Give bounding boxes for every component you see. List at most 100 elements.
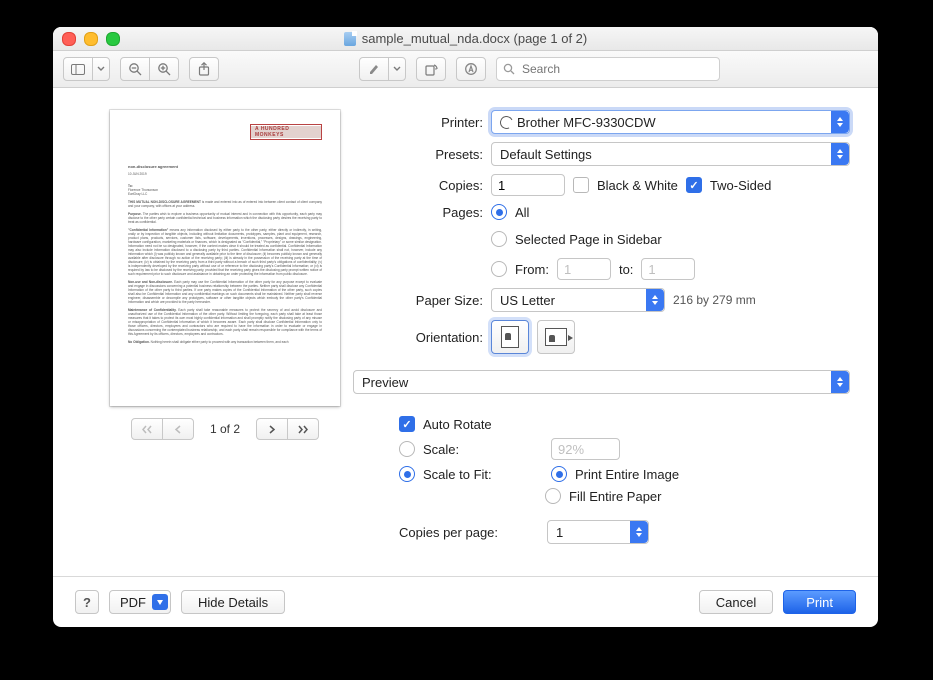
last-page-button[interactable]	[287, 418, 319, 440]
printer-label: Printer:	[393, 115, 483, 130]
pages-from-input[interactable]	[557, 258, 611, 280]
pages-from-label: From:	[515, 262, 549, 277]
title-bar: sample_mutual_nda.docx (page 1 of 2)	[53, 27, 878, 51]
zoom-in-button[interactable]	[149, 57, 179, 81]
scale-to-fit-radio[interactable]	[399, 466, 415, 482]
markup-icon	[464, 62, 478, 76]
scale-to-fit-label: Scale to Fit:	[423, 467, 543, 482]
orientation-portrait-button[interactable]	[491, 320, 529, 354]
search-icon	[503, 63, 515, 75]
zoom-window-button[interactable]	[106, 32, 120, 46]
toolbar	[53, 51, 878, 88]
auto-rotate-checkbox[interactable]	[399, 416, 415, 432]
sidebar-view-control[interactable]	[63, 57, 110, 81]
double-chevron-left-icon	[141, 425, 153, 434]
pages-from-radio[interactable]	[491, 261, 507, 277]
window-controls	[62, 32, 120, 46]
presets-select[interactable]: Default Settings	[491, 142, 850, 166]
printer-select[interactable]: Brother MFC-9330CDW	[491, 110, 850, 134]
cancel-button[interactable]: Cancel	[699, 590, 773, 614]
prev-page-button[interactable]	[162, 418, 194, 440]
copies-per-page-value: 1	[556, 525, 563, 540]
paper-size-dimensions: 216 by 279 mm	[673, 293, 756, 307]
print-preview-pane: A HUNDRED MONKEYS non-disclosure agreeme…	[81, 110, 369, 564]
printer-value: Brother MFC-9330CDW	[517, 115, 656, 130]
sidebar-toggle-button[interactable]	[63, 57, 93, 81]
first-page-button[interactable]	[131, 418, 163, 440]
print-module-select[interactable]: Preview	[353, 370, 850, 394]
fill-entire-paper-radio[interactable]	[545, 488, 561, 504]
next-page-button[interactable]	[256, 418, 288, 440]
scale-radio[interactable]	[399, 441, 415, 457]
search-input[interactable]	[520, 61, 713, 77]
highlight-button[interactable]	[359, 57, 389, 81]
highlighter-icon	[368, 63, 381, 76]
help-icon: ?	[83, 595, 91, 610]
fill-entire-paper-label: Fill Entire Paper	[569, 489, 661, 504]
landscape-icon	[545, 328, 567, 346]
pages-to-label: to:	[619, 262, 633, 277]
paper-size-label: Paper Size:	[393, 293, 483, 308]
share-button[interactable]	[189, 57, 219, 81]
pages-to-input[interactable]	[641, 258, 695, 280]
sidebar-icon	[71, 64, 85, 75]
markup-toolbar-button[interactable]	[456, 57, 486, 81]
paper-size-select[interactable]: US Letter	[491, 288, 665, 312]
chevron-right-icon	[268, 425, 276, 434]
print-module-value: Preview	[362, 375, 408, 390]
document-logo: A HUNDRED MONKEYS	[250, 124, 322, 140]
black-white-checkbox[interactable]	[573, 177, 589, 193]
rotate-icon	[424, 63, 438, 76]
search-field[interactable]	[496, 57, 720, 81]
chevron-down-icon	[97, 66, 105, 72]
two-sided-checkbox[interactable]	[686, 177, 702, 193]
share-icon	[198, 62, 210, 76]
black-white-label: Black & White	[597, 178, 678, 193]
two-sided-label: Two-Sided	[710, 178, 771, 193]
window-title: sample_mutual_nda.docx (page 1 of 2)	[344, 31, 587, 46]
print-button[interactable]: Print	[783, 590, 856, 614]
orientation-landscape-button[interactable]	[537, 320, 575, 354]
print-entire-image-radio[interactable]	[551, 466, 567, 482]
chevron-down-icon	[393, 66, 401, 72]
highlight-menu-button[interactable]	[388, 57, 406, 81]
copies-per-page-label: Copies per page:	[399, 525, 539, 540]
page-navigator: 1 of 2	[131, 418, 319, 440]
copies-label: Copies:	[393, 178, 483, 193]
help-button[interactable]: ?	[75, 590, 99, 614]
page-thumbnail: A HUNDRED MONKEYS non-disclosure agreeme…	[110, 110, 340, 406]
pages-selected-label: Selected Page in Sidebar	[515, 232, 662, 247]
chevron-down-icon	[152, 594, 168, 610]
zoom-out-button[interactable]	[120, 57, 150, 81]
pdf-label: PDF	[120, 595, 146, 610]
orientation-label: Orientation:	[393, 330, 483, 345]
scale-label: Scale:	[423, 442, 543, 457]
window-title-text: sample_mutual_nda.docx (page 1 of 2)	[362, 31, 587, 46]
print-dialog-window: sample_mutual_nda.docx (page 1 of 2)	[53, 27, 878, 627]
dialog-footer: ? PDF Hide Details Cancel Print	[53, 576, 878, 627]
double-chevron-right-icon	[297, 425, 309, 434]
pages-label: Pages:	[393, 205, 483, 220]
chevron-left-icon	[174, 425, 182, 434]
copies-per-page-select[interactable]: 1	[547, 520, 649, 544]
hide-details-button[interactable]: Hide Details	[181, 590, 285, 614]
doc-date: 10 JUN 2019	[128, 172, 322, 176]
copies-input[interactable]	[491, 174, 565, 196]
print-options-form: Printer: Brother MFC-9330CDW Presets: De…	[393, 110, 850, 564]
print-entire-image-label: Print Entire Image	[575, 467, 679, 482]
pages-all-radio[interactable]	[491, 204, 507, 220]
paper-size-value: US Letter	[500, 293, 555, 308]
minimize-window-button[interactable]	[84, 32, 98, 46]
sidebar-menu-button[interactable]	[92, 57, 110, 81]
printer-status-icon	[498, 114, 515, 131]
zoom-out-icon	[128, 62, 142, 76]
doc-heading: non-disclosure agreement	[128, 164, 322, 169]
page-counter: 1 of 2	[210, 422, 240, 436]
scale-input	[551, 438, 620, 460]
markup-control	[359, 57, 406, 81]
rotate-button[interactable]	[416, 57, 446, 81]
pages-all-label: All	[515, 205, 529, 220]
pdf-menu-button[interactable]: PDF	[109, 590, 171, 614]
close-window-button[interactable]	[62, 32, 76, 46]
pages-selected-radio[interactable]	[491, 231, 507, 247]
